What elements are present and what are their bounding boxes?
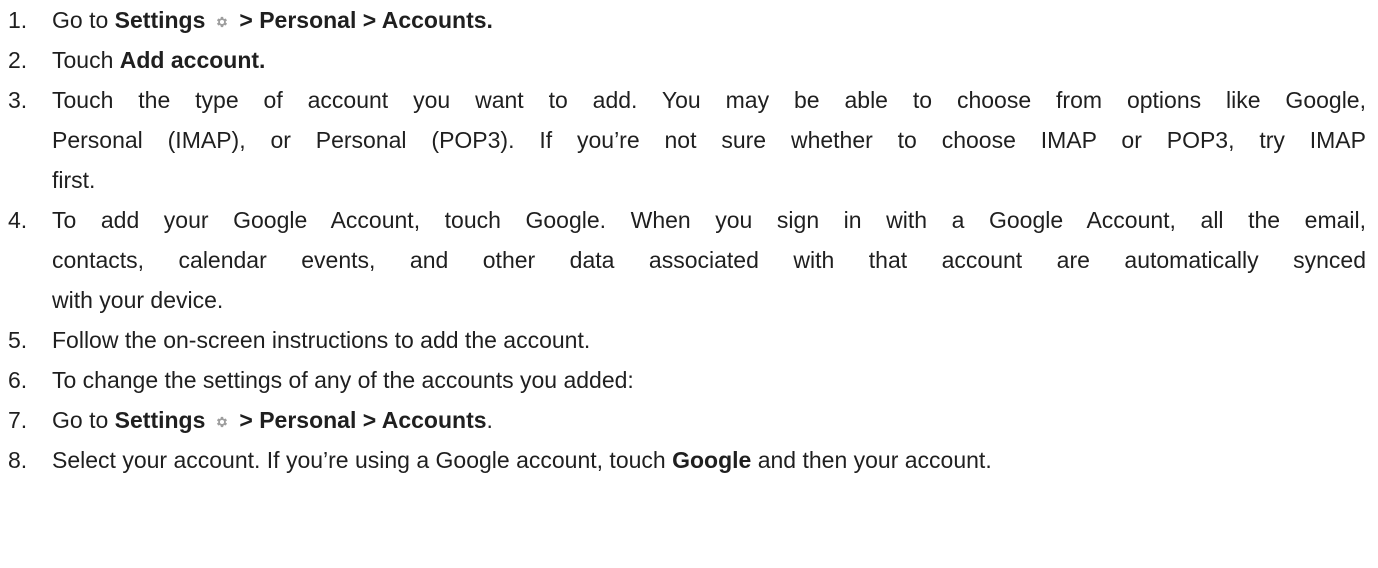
step-text: Go to Settings > Personal > Accounts. — [52, 400, 1366, 440]
settings-label: Settings — [114, 7, 206, 33]
step-text-line: Personal (IMAP), or Personal (POP3). If … — [52, 127, 1366, 153]
settings-path: > Personal > Accounts — [239, 407, 487, 433]
step-number: 2. — [8, 47, 28, 73]
step-text: Select your account. If you’re using a G… — [52, 440, 1366, 480]
step-text: Go to Settings > Personal > Accounts. — [52, 0, 1366, 40]
step-text-pre: Select your account. If you’re using a G… — [52, 447, 673, 473]
add-account-label: Add account. — [119, 47, 266, 73]
step-text-line: contacts, calendar events, and other dat… — [52, 247, 1366, 273]
step-number: 8. — [8, 447, 28, 473]
step-text-line: To add your Google Account, touch Google… — [52, 207, 1366, 233]
step-number: 5. — [8, 327, 28, 353]
step-number: 6. — [8, 367, 28, 393]
step-text-post: and then your account. — [751, 447, 992, 473]
step-text-pre: Touch — [52, 47, 120, 73]
step-text-pre: Go to — [52, 7, 115, 33]
step-text: To change the settings of any of the acc… — [52, 367, 634, 393]
step-text: Follow the on-screen instructions to add… — [52, 327, 591, 353]
step-text: Touch the type of account you want to ad… — [52, 80, 1366, 200]
step-text-line: Touch the type of account you want to ad… — [52, 87, 1366, 113]
step-text-pre: Go to — [52, 407, 115, 433]
settings-label: Settings — [114, 407, 206, 433]
settings-path: > Personal > Accounts. — [239, 7, 493, 33]
step-number: 4. — [8, 207, 28, 233]
instruction-list: 1. Go to Settings > Personal > Accounts. … — [0, 0, 1378, 568]
google-label: Google — [672, 447, 752, 473]
gear-icon — [215, 15, 229, 29]
step-text-line: with your device. — [52, 287, 224, 313]
step-number: 1. — [8, 7, 28, 33]
step-number: 7. — [8, 407, 28, 433]
step-text-line: first. — [52, 167, 96, 193]
step-number: 3. — [8, 87, 28, 113]
step-text: Touch Add account. — [52, 40, 1366, 80]
step-text: To add your Google Account, touch Google… — [52, 200, 1366, 320]
gear-icon — [215, 415, 229, 429]
step-text-post: . — [486, 407, 493, 433]
